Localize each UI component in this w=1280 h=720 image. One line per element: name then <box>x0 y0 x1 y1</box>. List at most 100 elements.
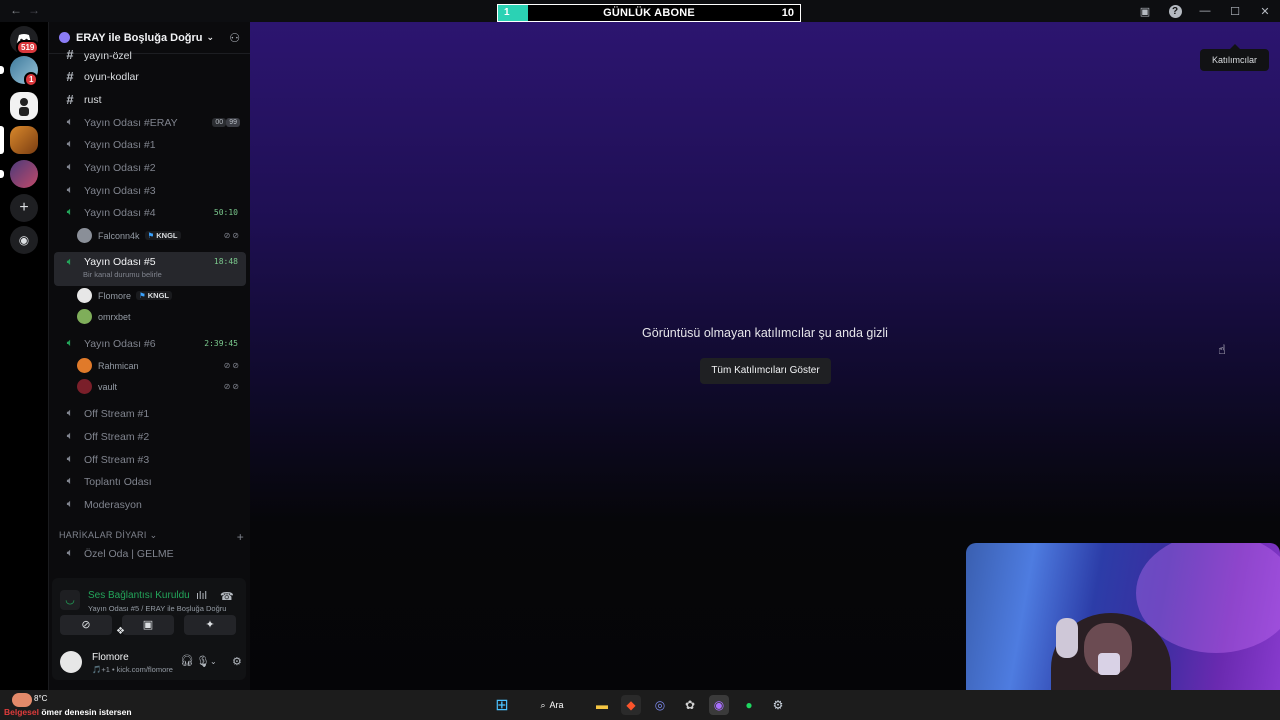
title-bar: ← → 1 GÜNLÜK ABONE 10 ▣ ? — ☐ ✕ <box>0 0 1280 22</box>
voice-channel-meeting[interactable]: 🔈︎ Toplantı Odası <box>54 471 246 492</box>
spotify-icon[interactable]: ● <box>739 695 759 715</box>
server-rail: 519 1 + ◉ <box>0 22 48 690</box>
brave-browser-icon[interactable]: ◆ <box>621 695 641 715</box>
member-name: omrxbet <box>98 311 131 322</box>
voice-channel-2[interactable]: 🔈︎ Yayın Odası #2 <box>54 157 246 178</box>
voice-channel-off-3[interactable]: 🔈︎ Off Stream #3 <box>54 449 246 470</box>
file-explorer-icon[interactable]: ▬ <box>592 695 612 715</box>
voice-member[interactable]: omrxbet <box>77 307 245 326</box>
speaker-icon: 🔈︎ <box>66 138 74 150</box>
connection-channel[interactable]: Yayın Odası #5 / ERAY ile Boşluğa Doğru <box>88 604 248 613</box>
category-header[interactable]: HARİKALAR DİYARI ⌄ + <box>59 530 244 544</box>
speaker-live-icon: 🔈︎ <box>66 206 74 218</box>
discord-icon[interactable]: ◎ <box>650 695 670 715</box>
channel-timer: 2:39:45 <box>204 339 238 348</box>
channel-name: Yayın Odası #3 <box>84 184 156 197</box>
close-icon[interactable]: ✕ <box>1250 5 1280 18</box>
selected-server-indicator <box>0 126 4 154</box>
chevron-down-icon[interactable]: ⌄ <box>210 657 217 666</box>
voice-channel-eray[interactable]: 🔈︎ Yayın Odası #ERAY 00 99 <box>54 112 246 133</box>
voice-channel-4[interactable]: 🔈︎ Yayın Odası #4 50:10 <box>54 202 246 223</box>
speaker-icon: 🔈︎ <box>66 184 74 196</box>
screen-share-button[interactable]: ▣ <box>122 615 174 635</box>
taskbar-search[interactable]: ⌕ Ara <box>530 696 574 714</box>
weather-icon[interactable] <box>12 693 32 707</box>
obs-icon[interactable]: ◉ <box>709 695 729 715</box>
speaker-icon: 🔈︎ <box>66 116 74 128</box>
maximize-icon[interactable]: ☐ <box>1220 5 1250 18</box>
avatar[interactable] <box>60 651 82 673</box>
windows-taskbar: 8°C Belgesel ömer denesin istersen ⊞ ⌕ A… <box>0 690 1280 720</box>
voice-channel-off-2[interactable]: 🔈︎ Off Stream #2 <box>54 426 246 447</box>
speaker-live-icon: 🔈︎ <box>66 256 74 268</box>
speaker-icon: 🔈︎ <box>66 475 74 487</box>
voice-channel-private[interactable]: 🔈︎ Özel Oda | GELME <box>54 543 246 564</box>
voice-channel-1[interactable]: 🔈︎ Yayın Odası #1 <box>54 134 246 155</box>
voice-member[interactable]: vault ⊘⊘ <box>77 377 245 396</box>
voice-member[interactable]: Flomore ⚑ KNGL <box>77 286 245 305</box>
hash-icon: # <box>66 69 74 84</box>
headphones-icon[interactable]: 🎧︎ <box>180 654 194 667</box>
add-server-icon[interactable]: + <box>10 194 38 222</box>
channel-status[interactable]: Bir kanal durumu belirle <box>83 270 162 279</box>
speaker-icon: 🔈︎ <box>66 430 74 442</box>
channel-timer: 50:10 <box>213 208 238 217</box>
channel-name: yayın-özel <box>84 50 132 62</box>
member-name: Rahmican <box>98 360 139 371</box>
help-icon[interactable]: ? <box>1160 4 1190 18</box>
add-member-icon[interactable]: ⚇ <box>229 31 240 45</box>
forward-arrow-icon[interactable]: → <box>28 3 40 17</box>
voice-member[interactable]: Falconn4k ⚑ KNGL ⊘⊘ <box>77 226 245 245</box>
server-icon-2[interactable] <box>10 92 38 120</box>
voice-channel-moderation[interactable]: 🔈︎ Moderasyon <box>54 494 246 515</box>
user-panel: Flomore 🎵+1 • kick.com/flomore 🎙︎ ⌄ ⚙ <box>60 650 242 676</box>
minimize-icon[interactable]: — <box>1190 5 1220 17</box>
camera-off-button[interactable]: ⊘ <box>60 615 112 635</box>
chevron-down-icon: ⌄ <box>149 530 158 540</box>
channel-rust[interactable]: # rust <box>54 89 246 110</box>
show-all-participants-button[interactable]: Tüm Katılımcıları Göster <box>700 358 831 384</box>
server-name: ERAY ile Boşluğa Doğru <box>76 31 203 44</box>
channel-yayin-ozel[interactable]: # yayın-özel <box>54 44 246 62</box>
disconnect-icon[interactable]: ☎ <box>220 590 234 603</box>
clan-tag: ⚑ KNGL <box>136 291 172 300</box>
channel-name: Toplantı Odası <box>84 475 152 488</box>
back-arrow-icon[interactable]: ← <box>10 3 22 17</box>
settings-gear-icon[interactable]: ⚙ <box>232 655 242 668</box>
voice-channel-3[interactable]: 🔈︎ Yayın Odası #3 <box>54 180 246 201</box>
avatar <box>77 309 92 324</box>
channel-name: Moderasyon <box>84 498 142 511</box>
speaker-icon: 🔈︎ <box>66 407 74 419</box>
voice-channel-6[interactable]: 🔈︎ Yayın Odası #6 2:39:45 <box>54 333 246 354</box>
app-icon[interactable]: ✿ <box>680 695 700 715</box>
username[interactable]: Flomore <box>92 652 129 663</box>
category-name: HARİKALAR DİYARI <box>59 530 147 540</box>
subscriber-goal-target: 10 <box>781 7 794 19</box>
create-channel-icon[interactable]: + <box>237 530 244 544</box>
activities-button[interactable]: ✦ <box>184 615 236 635</box>
speaker-icon: 🔈︎ <box>66 547 74 559</box>
noise-suppression-icon[interactable]: ılıl <box>196 590 207 602</box>
inbox-icon[interactable]: ▣ <box>1130 5 1160 18</box>
avatar <box>77 358 92 373</box>
temperature: 8°C <box>34 694 48 703</box>
windows-start-icon[interactable]: ⊞ <box>492 695 512 715</box>
channel-name: Yayın Odası #ERAY <box>84 116 178 129</box>
server-icon-eray[interactable] <box>10 126 38 154</box>
chevron-down-icon[interactable]: ⌄ <box>198 658 205 667</box>
channel-oyun-kodlar[interactable]: # oyun-kodlar <box>54 66 246 87</box>
voice-member[interactable]: Rahmican ⊘⊘ <box>77 356 245 375</box>
member-name: Flomore <box>98 290 132 301</box>
muted-deafened-icon: ⊘⊘ <box>223 382 241 391</box>
hash-icon: # <box>66 92 74 107</box>
search-label: Ara <box>549 700 564 710</box>
signal-icon[interactable]: ◟◞ <box>60 590 80 610</box>
discover-icon[interactable]: ◉ <box>10 226 38 254</box>
member-name: vault <box>98 381 118 392</box>
server-folder-icon[interactable] <box>10 160 38 188</box>
steam-icon[interactable]: ⚙ <box>768 695 788 715</box>
voice-channel-5-active[interactable]: 🔈︎ Yayın Odası #5 18:48 Bir kanal durumu… <box>54 252 246 286</box>
voice-channel-off-1[interactable]: 🔈︎ Off Stream #1 <box>54 403 246 424</box>
hash-icon: # <box>66 47 74 62</box>
soundboard-icon[interactable]: ❖ <box>116 626 125 637</box>
